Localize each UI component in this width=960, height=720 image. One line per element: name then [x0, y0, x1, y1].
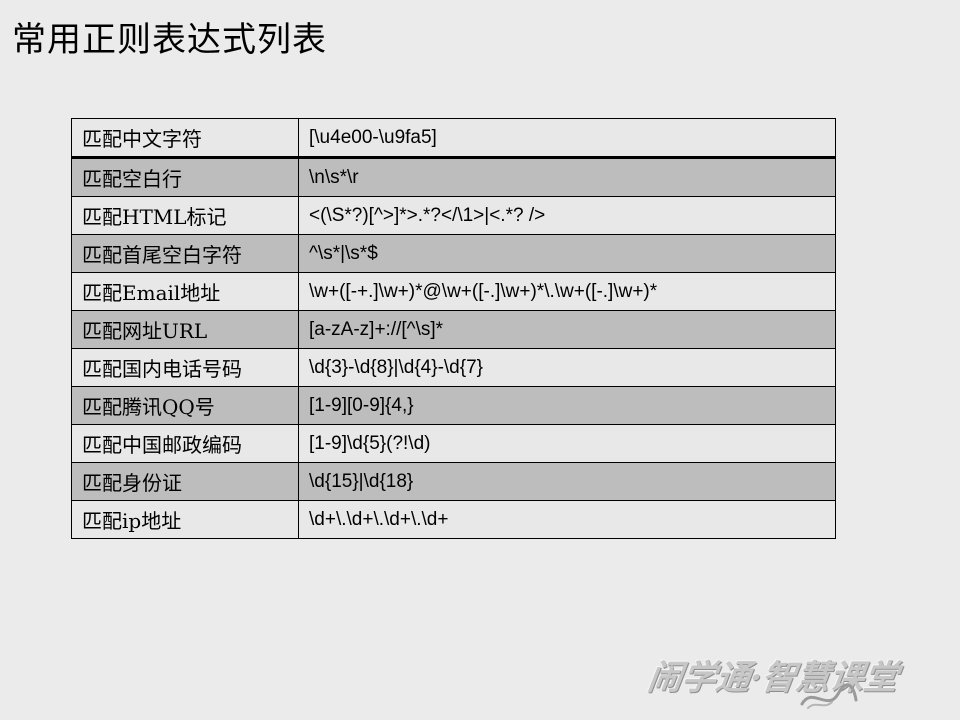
regex-pattern-cell: \d+\.\d+\.\d+\.\d+: [298, 500, 836, 539]
regex-name-cell: 匹配腾讯QQ号: [71, 386, 299, 425]
regex-name-cell: 匹配中国邮政编码: [71, 424, 299, 463]
regex-name-cell: 匹配ip地址: [71, 500, 299, 539]
regex-pattern-cell: \d{15}|\d{18}: [298, 462, 836, 501]
regex-name-cell: 匹配HTML标记: [71, 196, 299, 235]
watermark-text: 闹学通·智慧课堂: [645, 658, 901, 698]
regex-pattern-cell: [1-9]\d{5}(?!\d): [298, 424, 836, 463]
table-row: 匹配腾讯QQ号 [1-9][0-9]{4,}: [71, 386, 836, 425]
table-row: 匹配HTML标记 <(\S*?)[^>]*>.*?</\1>|<.*? />: [71, 196, 836, 235]
table-row: 匹配ip地址 \d+\.\d+\.\d+\.\d+: [71, 500, 836, 539]
regex-pattern-cell: ^\s*|\s*$: [298, 234, 836, 273]
regex-table: 匹配中文字符 [\u4e00-\u9fa5] 匹配空白行 \n\s*\r 匹配H…: [71, 118, 836, 539]
regex-pattern-cell: [1-9][0-9]{4,}: [298, 386, 836, 425]
regex-name-cell: 匹配身份证: [71, 462, 299, 501]
table-row: 匹配空白行 \n\s*\r: [71, 157, 836, 197]
watermark-swirl-icon: [800, 683, 858, 709]
slide-title: 常用正则表达式列表: [12, 20, 327, 60]
watermark-logo: 闹学通·智慧课堂: [645, 656, 944, 712]
table-row: 匹配网址URL [a-zA-z]+://[^\s]*: [71, 310, 836, 349]
table-row: 匹配中文字符 [\u4e00-\u9fa5]: [71, 118, 836, 159]
regex-name-cell: 匹配首尾空白字符: [71, 234, 299, 273]
regex-pattern-cell: \n\s*\r: [298, 157, 836, 197]
regex-name-cell: 匹配中文字符: [71, 118, 299, 159]
regex-pattern-cell: \w+([-+.]\w+)*@\w+([-.]\w+)*\.\w+([-.]\w…: [298, 272, 836, 311]
regex-pattern-cell: [a-zA-z]+://[^\s]*: [298, 310, 836, 349]
regex-name-cell: 匹配网址URL: [71, 310, 299, 349]
regex-name-cell: 匹配Email地址: [71, 272, 299, 311]
table-row: 匹配首尾空白字符 ^\s*|\s*$: [71, 234, 836, 273]
table-row: 匹配中国邮政编码 [1-9]\d{5}(?!\d): [71, 424, 836, 463]
regex-name-cell: 匹配空白行: [71, 157, 299, 197]
regex-pattern-cell: [\u4e00-\u9fa5]: [298, 118, 836, 159]
regex-pattern-cell: \d{3}-\d{8}|\d{4}-\d{7}: [298, 348, 836, 387]
regex-name-cell: 匹配国内电话号码: [71, 348, 299, 387]
table-row: 匹配Email地址 \w+([-+.]\w+)*@\w+([-.]\w+)*\.…: [71, 272, 836, 311]
table-row: 匹配身份证 \d{15}|\d{18}: [71, 462, 836, 501]
regex-pattern-cell: <(\S*?)[^>]*>.*?</\1>|<.*? />: [298, 196, 836, 235]
table-row: 匹配国内电话号码 \d{3}-\d{8}|\d{4}-\d{7}: [71, 348, 836, 387]
